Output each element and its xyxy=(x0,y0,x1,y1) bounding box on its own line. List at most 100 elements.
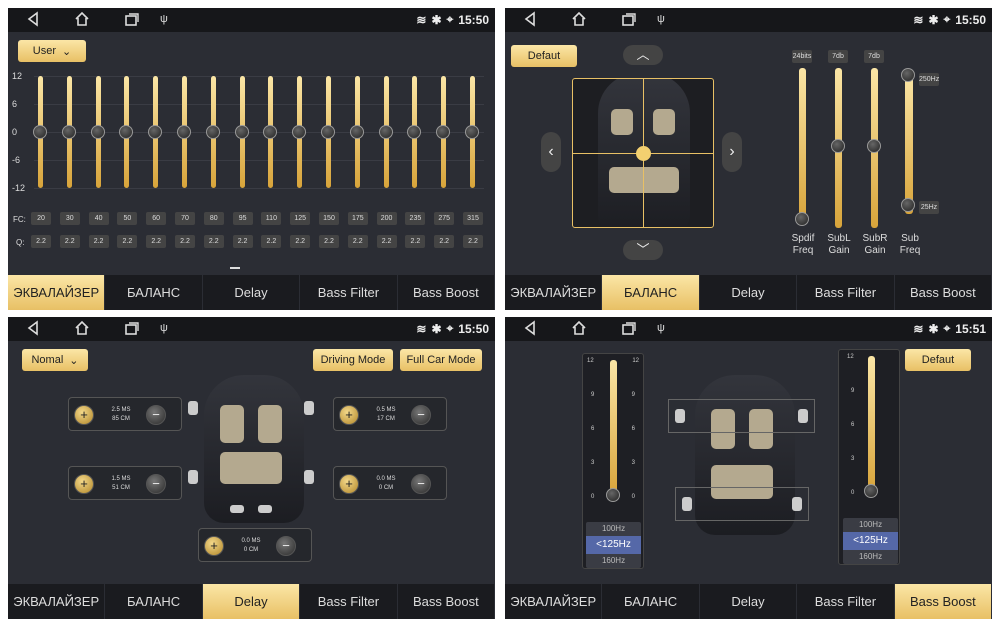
preset-dropdown[interactable]: User ⌄ xyxy=(18,40,86,62)
eq-slider-knob[interactable] xyxy=(33,125,47,139)
balance-left-button[interactable]: ‹ xyxy=(541,132,561,172)
tab-equalizer[interactable]: ЭКВАЛАЙЗЕР xyxy=(8,275,106,310)
fc-value[interactable]: 200 xyxy=(376,212,397,225)
eq-slider-knob[interactable] xyxy=(177,125,191,139)
fc-value[interactable]: 110 xyxy=(261,212,282,225)
decrease-button[interactable]: − xyxy=(146,405,166,425)
rear-boost-slider[interactable] xyxy=(868,356,875,492)
tab-balance[interactable]: БАЛАНС xyxy=(105,275,203,310)
decrease-button[interactable]: − xyxy=(146,474,166,494)
front-boost-knob[interactable] xyxy=(606,488,620,502)
eq-slider-knob[interactable] xyxy=(119,125,134,139)
q-value[interactable]: 2.2 xyxy=(175,235,195,248)
fc-value[interactable]: 150 xyxy=(319,212,339,225)
home-icon[interactable] xyxy=(74,11,90,27)
decrease-button[interactable]: − xyxy=(411,474,431,494)
fc-value[interactable]: 95 xyxy=(232,212,253,225)
fc-value[interactable]: 235 xyxy=(405,212,426,225)
q-value[interactable]: 2.2 xyxy=(146,235,167,248)
eq-slider-knob[interactable] xyxy=(407,125,422,139)
home-icon[interactable] xyxy=(571,320,587,336)
q-value[interactable]: 2.2 xyxy=(347,235,368,248)
tab-delay[interactable]: Delay xyxy=(203,275,301,310)
freq-option[interactable]: 100Hz xyxy=(586,522,641,536)
tab-bass-boost[interactable]: Bass Boost xyxy=(398,275,495,310)
q-value[interactable]: 2.2 xyxy=(117,235,138,248)
tab-delay[interactable]: Delay xyxy=(700,275,798,310)
tab-equalizer[interactable]: ЭКВАЛАЙЗЕР xyxy=(505,275,603,310)
q-value[interactable]: 2.2 xyxy=(31,235,51,248)
tab-bass-filter[interactable]: Bass Filter xyxy=(300,275,398,310)
q-value[interactable]: 2.2 xyxy=(203,235,224,248)
sub-freq-low-knob[interactable] xyxy=(901,198,915,212)
fc-value[interactable]: 125 xyxy=(290,212,311,225)
increase-button[interactable]: + xyxy=(339,405,359,425)
increase-button[interactable]: + xyxy=(204,536,224,556)
freq-option[interactable]: 160Hz xyxy=(843,550,898,564)
decrease-button[interactable]: − xyxy=(276,536,296,556)
q-value[interactable]: 2.2 xyxy=(434,235,455,248)
q-value[interactable]: 2.2 xyxy=(232,235,253,248)
balance-point[interactable] xyxy=(636,146,651,161)
full-car-mode-button[interactable]: Full Car Mode xyxy=(400,349,482,371)
q-value[interactable]: 2.2 xyxy=(319,235,339,248)
home-icon[interactable] xyxy=(74,320,90,336)
spdif-freq-knob[interactable] xyxy=(795,212,809,226)
eq-slider-knob[interactable] xyxy=(90,125,105,139)
decrease-button[interactable]: − xyxy=(411,405,431,425)
fc-value[interactable]: 175 xyxy=(347,212,368,225)
q-value[interactable]: 2.2 xyxy=(290,235,311,248)
subr-gain-knob[interactable] xyxy=(867,139,881,153)
q-value[interactable]: 2.2 xyxy=(261,235,282,248)
mode-dropdown[interactable]: Nomal ⌄ xyxy=(22,349,88,371)
fc-value[interactable]: 275 xyxy=(434,212,455,225)
eq-slider-knob[interactable] xyxy=(321,125,335,139)
increase-button[interactable]: + xyxy=(74,474,94,494)
fc-value[interactable]: 70 xyxy=(175,212,195,225)
tab-balance[interactable]: БАЛАНС xyxy=(602,275,700,310)
tab-balance[interactable]: БАЛАНС xyxy=(105,584,203,619)
q-value[interactable]: 2.2 xyxy=(59,235,80,248)
tab-delay[interactable]: Delay xyxy=(202,584,301,619)
tab-equalizer[interactable]: ЭКВАЛАЙЗЕР xyxy=(505,584,603,619)
default-button[interactable]: Defaut xyxy=(905,349,971,371)
default-button[interactable]: Defaut xyxy=(511,45,577,67)
subl-gain-knob[interactable] xyxy=(831,139,845,153)
eq-slider-knob[interactable] xyxy=(378,125,393,139)
tab-equalizer[interactable]: ЭКВАЛАЙЗЕР xyxy=(8,584,106,619)
eq-slider-knob[interactable] xyxy=(148,125,163,139)
eq-slider-knob[interactable] xyxy=(61,125,76,139)
eq-slider-knob[interactable] xyxy=(436,125,451,139)
recent-apps-icon[interactable] xyxy=(621,320,637,336)
eq-slider-knob[interactable] xyxy=(349,125,364,139)
tab-bass-boost[interactable]: Bass Boost xyxy=(894,584,992,619)
q-value[interactable]: 2.2 xyxy=(88,235,109,248)
tab-bass-filter[interactable]: Bass Filter xyxy=(300,584,398,619)
recent-apps-icon[interactable] xyxy=(124,320,140,336)
q-value[interactable]: 2.2 xyxy=(376,235,397,248)
tab-bass-boost[interactable]: Bass Boost xyxy=(895,275,992,310)
freq-option[interactable]: 160Hz xyxy=(586,554,641,568)
fc-value[interactable]: 20 xyxy=(31,212,51,225)
balance-right-button[interactable]: › xyxy=(722,132,742,172)
sub-freq-slider[interactable] xyxy=(905,74,913,214)
rear-boost-knob[interactable] xyxy=(864,484,878,498)
driving-mode-button[interactable]: Driving Mode xyxy=(313,349,393,371)
increase-button[interactable]: + xyxy=(339,474,359,494)
tab-delay[interactable]: Delay xyxy=(700,584,798,619)
rear-freq-selector[interactable]: 100Hz <125Hz 160Hz xyxy=(843,518,898,564)
balance-up-button[interactable]: ︿ xyxy=(623,45,663,65)
home-icon[interactable] xyxy=(571,11,587,27)
eq-slider-knob[interactable] xyxy=(234,125,249,139)
balance-pad[interactable] xyxy=(572,78,714,228)
tab-bass-filter[interactable]: Bass Filter xyxy=(797,275,895,310)
freq-option-selected[interactable]: <125Hz xyxy=(843,532,898,550)
fc-value[interactable]: 60 xyxy=(146,212,167,225)
recent-apps-icon[interactable] xyxy=(124,11,140,27)
q-value[interactable]: 2.2 xyxy=(463,235,483,248)
spdif-freq-slider[interactable] xyxy=(799,68,806,222)
q-value[interactable]: 2.2 xyxy=(405,235,426,248)
eq-slider-knob[interactable] xyxy=(465,125,479,139)
back-icon[interactable] xyxy=(523,320,537,336)
fc-value[interactable]: 315 xyxy=(463,212,483,225)
